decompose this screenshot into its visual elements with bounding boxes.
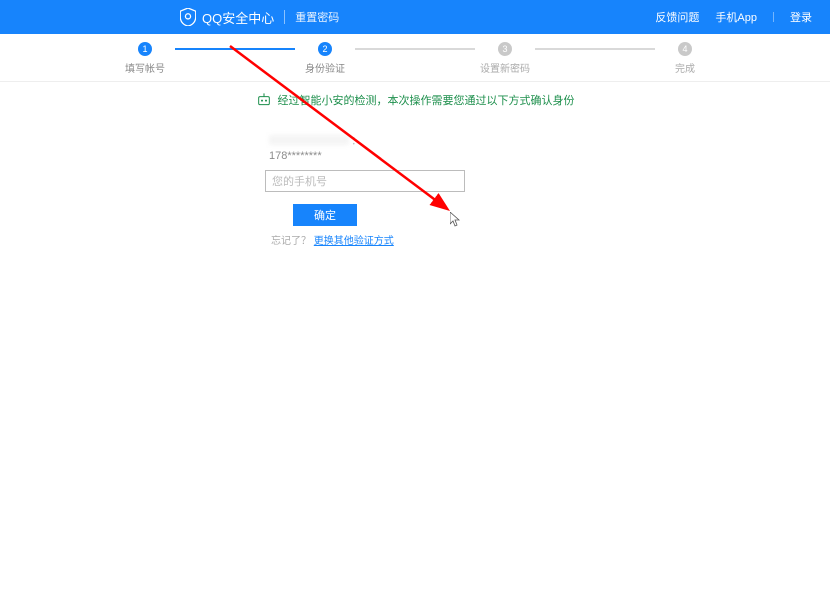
- phone-input[interactable]: 您的手机号: [265, 170, 465, 192]
- header-nav: 反馈问题 手机App 登录: [655, 9, 812, 25]
- step-3-circle: 3: [498, 42, 512, 56]
- logo-text: QQ安全中心: [202, 8, 274, 27]
- nav-app[interactable]: 手机App: [715, 9, 757, 25]
- shield-icon: [180, 8, 196, 26]
- redacted-label: [269, 135, 349, 145]
- nav-separator: [773, 12, 774, 22]
- step-1: 1 填写帐号: [115, 42, 175, 75]
- top-header: QQ安全中心 重置密码 反馈问题 手机App 登录: [0, 0, 830, 34]
- step-line-3-4: [535, 48, 655, 50]
- info-banner: 经过智能小安的检测，本次操作需要您通过以下方式确认身份: [0, 82, 830, 112]
- logo[interactable]: QQ安全中心: [180, 8, 274, 27]
- page-subtitle: 重置密码: [295, 9, 339, 25]
- phone-input-placeholder: 您的手机号: [272, 173, 327, 189]
- step-line-2-3: [355, 48, 475, 50]
- step-2-circle: 2: [318, 42, 332, 56]
- alt-verify-line: 忘记了？ 更换其他验证方式: [271, 232, 565, 247]
- step-3-label: 设置新密码: [480, 60, 530, 75]
- step-4-label: 完成: [675, 60, 695, 75]
- masked-phone: 178********: [265, 150, 565, 162]
- step-2: 2 身份验证: [295, 42, 355, 75]
- header-divider: [284, 10, 285, 24]
- step-1-label: 填写帐号: [125, 60, 165, 75]
- step-3: 3 设置新密码: [475, 42, 535, 75]
- robot-icon: [256, 92, 272, 108]
- nav-login[interactable]: 登录: [790, 9, 812, 25]
- nav-feedback[interactable]: 反馈问题: [655, 9, 699, 25]
- verify-form: ： 178******** 您的手机号 确定 忘记了？ 更换其他验证方式: [265, 132, 565, 247]
- steps-bar: 1 填写帐号 2 身份验证 3 设置新密码 4 完成: [0, 34, 830, 82]
- step-4-circle: 4: [678, 42, 692, 56]
- info-text: 经过智能小安的检测，本次操作需要您通过以下方式确认身份: [278, 92, 575, 108]
- cursor-icon: [450, 212, 462, 226]
- change-verify-link[interactable]: 更换其他验证方式: [314, 236, 394, 247]
- phone-field-label: ：: [265, 132, 565, 148]
- step-4: 4 完成: [655, 42, 715, 75]
- confirm-button[interactable]: 确定: [293, 204, 357, 226]
- confirm-button-label: 确定: [314, 207, 336, 223]
- header-inner: QQ安全中心 重置密码 反馈问题 手机App 登录: [0, 8, 812, 27]
- step-1-circle: 1: [138, 42, 152, 56]
- forgot-text: 忘记了？: [271, 236, 311, 247]
- step-2-label: 身份验证: [305, 60, 345, 75]
- step-line-1-2: [175, 48, 295, 50]
